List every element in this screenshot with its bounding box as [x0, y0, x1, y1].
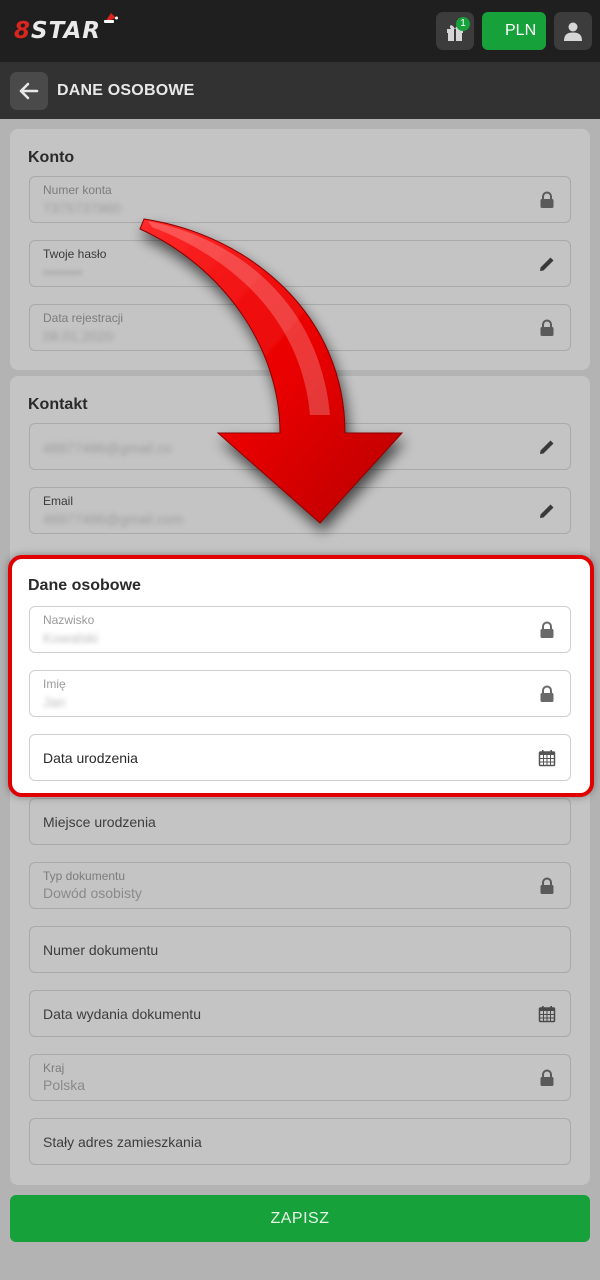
field-placeholder: Miejsce urodzenia	[43, 814, 156, 830]
country-field[interactable]: Kraj Polska	[29, 1054, 571, 1101]
section-title: Kontakt	[28, 396, 88, 413]
birth-date-field[interactable]: Data urodzenia	[29, 734, 571, 781]
arrow-left-icon	[19, 82, 39, 100]
logo[interactable]: 8STAR	[14, 13, 118, 44]
currency-button[interactable]: PLN	[482, 12, 546, 50]
field-placeholder: Stały adres zamieszkania	[43, 1134, 202, 1150]
back-button[interactable]	[10, 72, 48, 110]
document-issue-date-field[interactable]: Data wydania dokumentu	[29, 990, 571, 1037]
permanent-address-field[interactable]: Stały adres zamieszkania	[29, 1118, 571, 1165]
field-value: ••••••••	[43, 264, 83, 280]
password-field[interactable]: Twoje hasło ••••••••	[29, 240, 571, 287]
santa-hat-icon	[104, 13, 118, 23]
field-value: 08.01.2020	[43, 328, 114, 344]
pencil-icon[interactable]	[538, 438, 556, 456]
email-field[interactable]: Email 48877486@gmail.com	[29, 487, 571, 534]
account-button[interactable]	[554, 12, 592, 50]
pencil-icon[interactable]	[538, 255, 556, 273]
gift-button[interactable]: 1	[436, 12, 474, 50]
personal-data-section: Dane osobowe Nazwisko Kowalski Imię Jan …	[8, 555, 594, 797]
logo-prefix: 8	[14, 18, 32, 44]
gift-count-badge: 1	[456, 17, 470, 31]
section-title: Konto	[28, 149, 75, 166]
field-value: Kowalski	[43, 630, 99, 646]
field-value: Dowód osobisty	[43, 885, 142, 901]
page-title: DANE OSOBOWE	[57, 82, 195, 99]
top-bar: 8STAR 1 PLN	[0, 0, 600, 62]
field-label: Numer konta	[43, 183, 112, 197]
field-value: Polska	[43, 1077, 86, 1093]
lock-icon	[540, 1069, 554, 1086]
save-button[interactable]: ZAPISZ	[10, 1195, 590, 1242]
field-label: Data rejestracji	[43, 311, 124, 325]
birthplace-field[interactable]: Miejsce urodzenia	[29, 798, 571, 845]
field-label: Nazwisko	[43, 613, 95, 627]
field-placeholder: Data urodzenia	[43, 750, 138, 766]
document-type-field[interactable]: Typ dokumentu Dowód osobisty	[29, 862, 571, 909]
registration-date-field[interactable]: Data rejestracji 08.01.2020	[29, 304, 571, 351]
field-label: Twoje hasło	[43, 247, 107, 261]
document-number-field[interactable]: Numer dokumentu	[29, 926, 571, 973]
konto-section: Konto Numer konta 7375737960 Twoje hasło…	[10, 129, 590, 370]
lock-icon	[540, 685, 554, 702]
field-placeholder: Numer dokumentu	[43, 942, 159, 958]
lock-icon	[540, 319, 554, 336]
lock-icon	[540, 191, 554, 208]
contact-field[interactable]: 48877486@gmail.co	[29, 423, 571, 470]
surname-field[interactable]: Nazwisko Kowalski	[29, 606, 571, 653]
calendar-icon[interactable]	[538, 1005, 556, 1023]
logo-text: STAR	[31, 18, 101, 44]
first-name-field[interactable]: Imię Jan	[29, 670, 571, 717]
personal-data-section-continued: Miejsce urodzenia Typ dokumentu Dowód os…	[10, 785, 590, 1185]
field-placeholder: Data wydania dokumentu	[43, 1006, 201, 1022]
field-value: Jan	[43, 694, 66, 710]
field-label: Imię	[43, 677, 66, 691]
page-header: DANE OSOBOWE	[0, 62, 600, 119]
account-number-field[interactable]: Numer konta 7375737960	[29, 176, 571, 223]
field-label: Email	[43, 494, 74, 508]
field-value: 7375737960	[43, 200, 121, 216]
lock-icon	[540, 877, 554, 894]
field-value: 48877486@gmail.com	[43, 511, 184, 527]
lock-icon	[540, 621, 554, 638]
calendar-icon[interactable]	[538, 749, 556, 767]
kontakt-section: Kontakt 48877486@gmail.co Email 48877486…	[10, 376, 590, 566]
section-title: Dane osobowe	[28, 577, 141, 594]
field-label: Kraj	[43, 1061, 65, 1075]
pencil-icon[interactable]	[538, 502, 556, 520]
field-label: Typ dokumentu	[43, 869, 126, 883]
field-value: 48877486@gmail.co	[43, 440, 172, 456]
user-icon	[564, 22, 582, 41]
